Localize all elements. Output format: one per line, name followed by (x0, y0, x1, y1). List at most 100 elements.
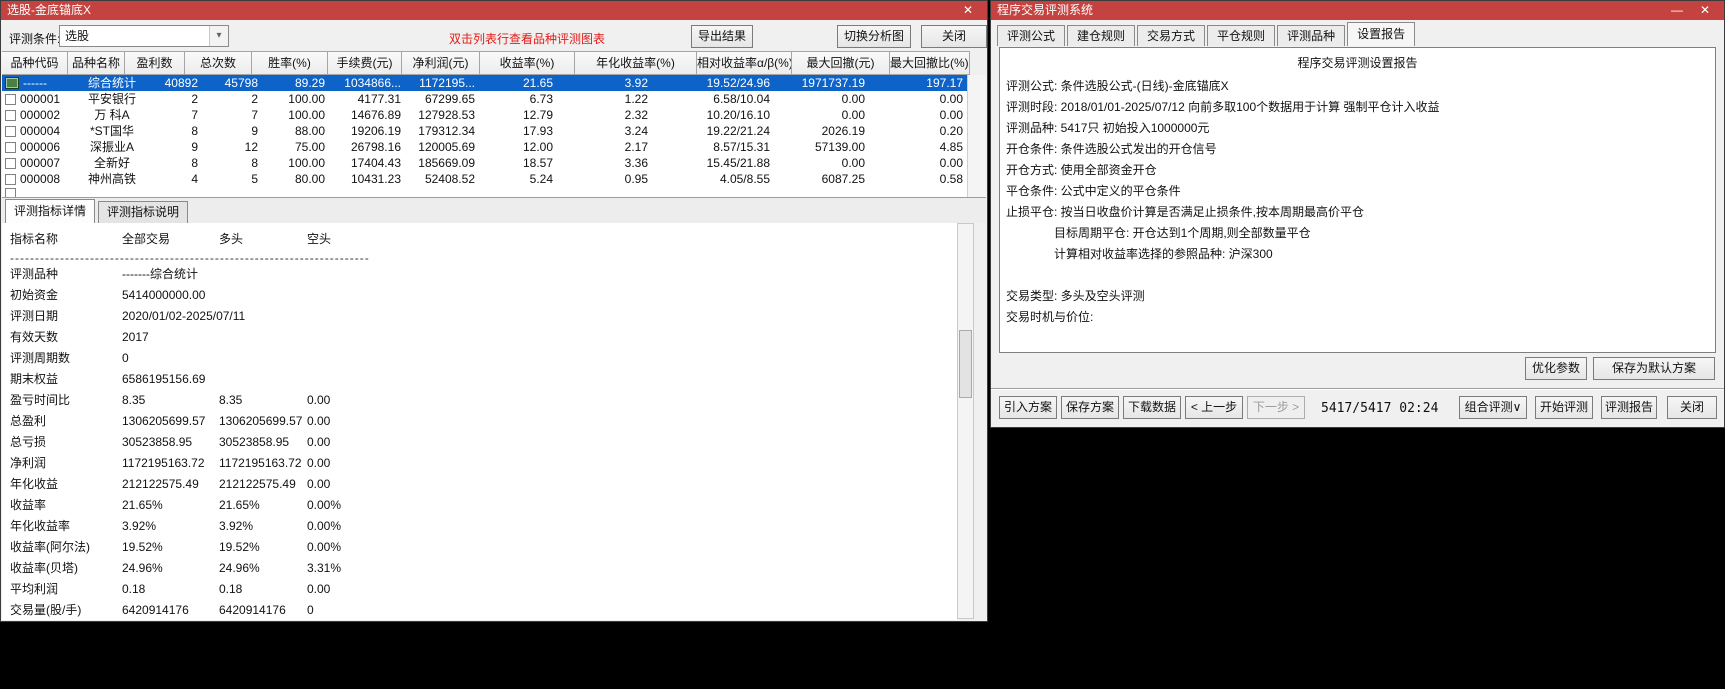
column-header[interactable]: 品种代码 (2, 51, 68, 75)
close-icon[interactable]: ✕ (955, 1, 981, 20)
cell-fee: 14676.89 (329, 107, 405, 123)
column-header[interactable]: 最大回撤比(%) (890, 51, 970, 75)
cell-win-rate: 100.00 (262, 155, 329, 171)
evaluate-report-button[interactable]: 评测报告 (1601, 396, 1657, 419)
stats-row: 初始资金 5414000000.00 (2, 284, 958, 305)
clipped-table-row[interactable] (2, 187, 985, 197)
row-checkbox[interactable] (5, 94, 16, 105)
indicator-tabs: 评测指标详情评测指标说明 (2, 197, 986, 223)
stat-all-value: 8.35 (122, 393, 219, 407)
condition-combobox[interactable]: 选股 ▾ (59, 25, 229, 47)
cell-net-profit: 120005.69 (405, 139, 479, 155)
left-titlebar: 选股-金底锚底X ✕ (1, 1, 987, 20)
chevron-down-icon[interactable]: ▾ (209, 26, 228, 46)
stat-label: 评测日期 (2, 307, 122, 324)
table-row[interactable]: 000001 平安银行 2 2 100.00 4177.31 67299.65 … (2, 91, 985, 107)
save-plan-button[interactable]: 保存方案 (1061, 396, 1119, 419)
column-header[interactable]: 胜率(%) (252, 51, 328, 75)
cell-max-drawdown-pct: 0.58 (869, 171, 967, 187)
table-row[interactable]: 000006 深振业A 9 12 75.00 26798.16 120005.6… (2, 139, 985, 155)
cell-fee: 1034866... (329, 75, 405, 91)
table-header: 品种代码品种名称盈利数总次数胜率(%)手续费(元)净利润(元)收益率(%)年化收… (2, 51, 986, 75)
stats-col-name: 指标名称 (2, 230, 122, 247)
indicator-tab[interactable]: 评测指标详情 (5, 199, 95, 223)
settings-tab[interactable]: 设置报告 (1347, 22, 1415, 46)
stat-short-value: 0.00 (307, 393, 379, 407)
cell-max-drawdown: 0.00 (774, 155, 869, 171)
stat-all-value: 24.96% (122, 561, 219, 575)
table-row[interactable]: ------ 综合统计 40892 45798 89.29 1034866...… (2, 75, 985, 91)
report-title: 程序交易评测设置报告 (1006, 53, 1709, 76)
settings-tab[interactable]: 交易方式 (1137, 25, 1205, 46)
table-row[interactable]: 000002 万 科A 7 7 100.00 14676.89 127928.5… (2, 107, 985, 123)
import-plan-button[interactable]: 引入方案 (999, 396, 1057, 419)
scrollbar-thumb[interactable] (959, 330, 972, 398)
row-checkbox[interactable] (5, 77, 19, 89)
results-table: 品种代码品种名称盈利数总次数胜率(%)手续费(元)净利润(元)收益率(%)年化收… (2, 51, 986, 197)
row-checkbox[interactable] (5, 142, 16, 153)
cell-name: 平安银行 (79, 91, 145, 107)
cell-net-profit: 52408.52 (405, 171, 479, 187)
stat-all-value: 30523858.95 (122, 435, 219, 449)
row-checkbox[interactable] (5, 174, 16, 185)
stat-label: 有效天数 (2, 328, 122, 345)
minimize-icon[interactable]: — (1664, 1, 1690, 20)
table-vertical-scrollbar[interactable] (967, 75, 986, 197)
cell-return: 5.24 (479, 171, 557, 187)
column-header[interactable]: 净利润(元) (402, 51, 480, 75)
column-header[interactable]: 收益率(%) (480, 51, 575, 75)
column-header[interactable]: 总次数 (185, 51, 252, 75)
stat-label: 净利润 (2, 454, 122, 471)
combo-evaluate-button[interactable]: 组合评测∨ (1459, 396, 1527, 419)
save-as-default-button[interactable]: 保存为默认方案 (1593, 357, 1715, 380)
row-checkbox[interactable] (5, 110, 16, 121)
settings-tab[interactable]: 评测公式 (997, 25, 1065, 46)
cell-max-drawdown: 57139.00 (774, 139, 869, 155)
cell-max-drawdown: 2026.19 (774, 123, 869, 139)
row-checkbox[interactable] (5, 188, 16, 198)
stat-short-value: 0.00 (307, 456, 379, 470)
cell-max-drawdown-pct: 0.20 (869, 123, 967, 139)
optimize-params-button[interactable]: 优化参数 (1525, 357, 1587, 380)
settings-tab[interactable]: 平仓规则 (1207, 25, 1275, 46)
download-data-button[interactable]: 下载数据 (1123, 396, 1181, 419)
start-evaluate-button[interactable]: 开始评测 (1535, 396, 1593, 419)
table-row[interactable]: 000008 神州高铁 4 5 80.00 10431.23 52408.52 … (2, 171, 985, 187)
settings-tab[interactable]: 建仓规则 (1067, 25, 1135, 46)
stat-all-value: 6420914176 (122, 603, 219, 617)
column-header[interactable]: 相对收益率α/β(%) (697, 51, 792, 75)
export-results-button[interactable]: 导出结果 (691, 25, 753, 48)
cell-alpha-beta: 19.52/24.96 (652, 75, 774, 91)
column-header[interactable]: 手续费(元) (328, 51, 402, 75)
toolbar-close-button[interactable]: 关闭 (921, 25, 987, 48)
stats-vertical-scrollbar[interactable] (957, 223, 974, 619)
indicator-tab[interactable]: 评测指标说明 (98, 201, 188, 223)
column-header[interactable]: 品种名称 (68, 51, 125, 75)
stat-all-value: 1172195163.72 (122, 456, 219, 470)
settings-tab[interactable]: 评测品种 (1277, 25, 1345, 46)
stats-row: 平均利润 0.18 0.18 0.00 (2, 578, 958, 599)
column-header[interactable]: 年化收益率(%) (575, 51, 697, 75)
stat-label: 总盈利 (2, 412, 122, 429)
next-step-button: 下一步 > (1247, 396, 1305, 419)
stat-label: 盈亏时间比 (2, 391, 122, 408)
cell-win-count: 9 (145, 139, 202, 155)
stat-long-value: 212122575.49 (219, 477, 307, 491)
trade-evaluation-window: 程序交易评测系统 — ✕ 评测公式建仓规则交易方式平仓规则评测品种设置报告 程序… (990, 0, 1725, 428)
row-checkbox[interactable] (5, 126, 16, 137)
table-row[interactable]: 000007 全新好 8 8 100.00 17404.43 185669.09… (2, 155, 985, 171)
close-icon[interactable]: ✕ (1692, 1, 1718, 20)
footer-close-button[interactable]: 关闭 (1667, 396, 1717, 419)
column-header[interactable]: 盈利数 (125, 51, 185, 75)
table-row[interactable]: 000004 *ST国华 8 9 88.00 19206.19 179312.3… (2, 123, 985, 139)
settings-report: 程序交易评测设置报告 评测公式: 条件选股公式-(日线)-金底锚底X评测时段: … (999, 47, 1716, 353)
column-header[interactable]: 最大回撤(元) (792, 51, 890, 75)
cell-fee: 26798.16 (329, 139, 405, 155)
stats-col-long: 多头 (219, 230, 307, 247)
stat-short-value: 0.00 (307, 477, 379, 491)
switch-analysis-chart-button[interactable]: 切换分析图 (837, 25, 911, 48)
prev-step-button[interactable]: < 上一步 (1185, 396, 1243, 419)
row-checkbox[interactable] (5, 158, 16, 169)
stats-row: 年化收益率 3.92% 3.92% 0.00% (2, 515, 958, 536)
cell-name: 全新好 (79, 155, 145, 171)
